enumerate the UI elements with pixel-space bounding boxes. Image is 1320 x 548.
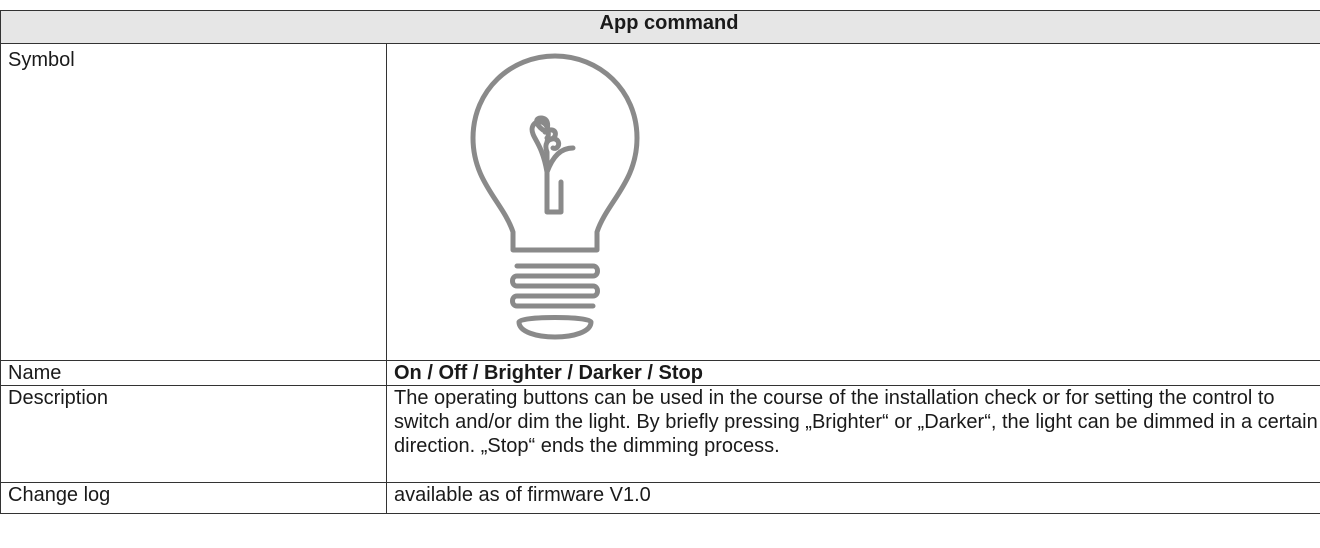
table-row-symbol: Symbol	[0, 43, 1320, 361]
symbol-cell	[386, 43, 1320, 361]
light-bulb-icon	[461, 52, 661, 352]
table-row-description: Description The operating buttons can be…	[0, 385, 1320, 483]
description-value: The operating buttons can be used in the…	[386, 385, 1320, 483]
row-label-name: Name	[0, 360, 387, 386]
app-command-table: App command Symbol Name On / Off / Brigh…	[0, 10, 1320, 514]
row-label-symbol: Symbol	[0, 43, 387, 361]
table-row-name: Name On / Off / Brighter / Darker / Stop	[0, 360, 1320, 386]
table-header: App command	[0, 10, 1320, 44]
row-label-description: Description	[0, 385, 387, 483]
table-row-changelog: Change log available as of firmware V1.0	[0, 482, 1320, 514]
changelog-value: available as of firmware V1.0	[386, 482, 1320, 514]
row-label-changelog: Change log	[0, 482, 387, 514]
name-value: On / Off / Brighter / Darker / Stop	[386, 360, 1320, 386]
table-header-row: App command	[0, 10, 1320, 44]
